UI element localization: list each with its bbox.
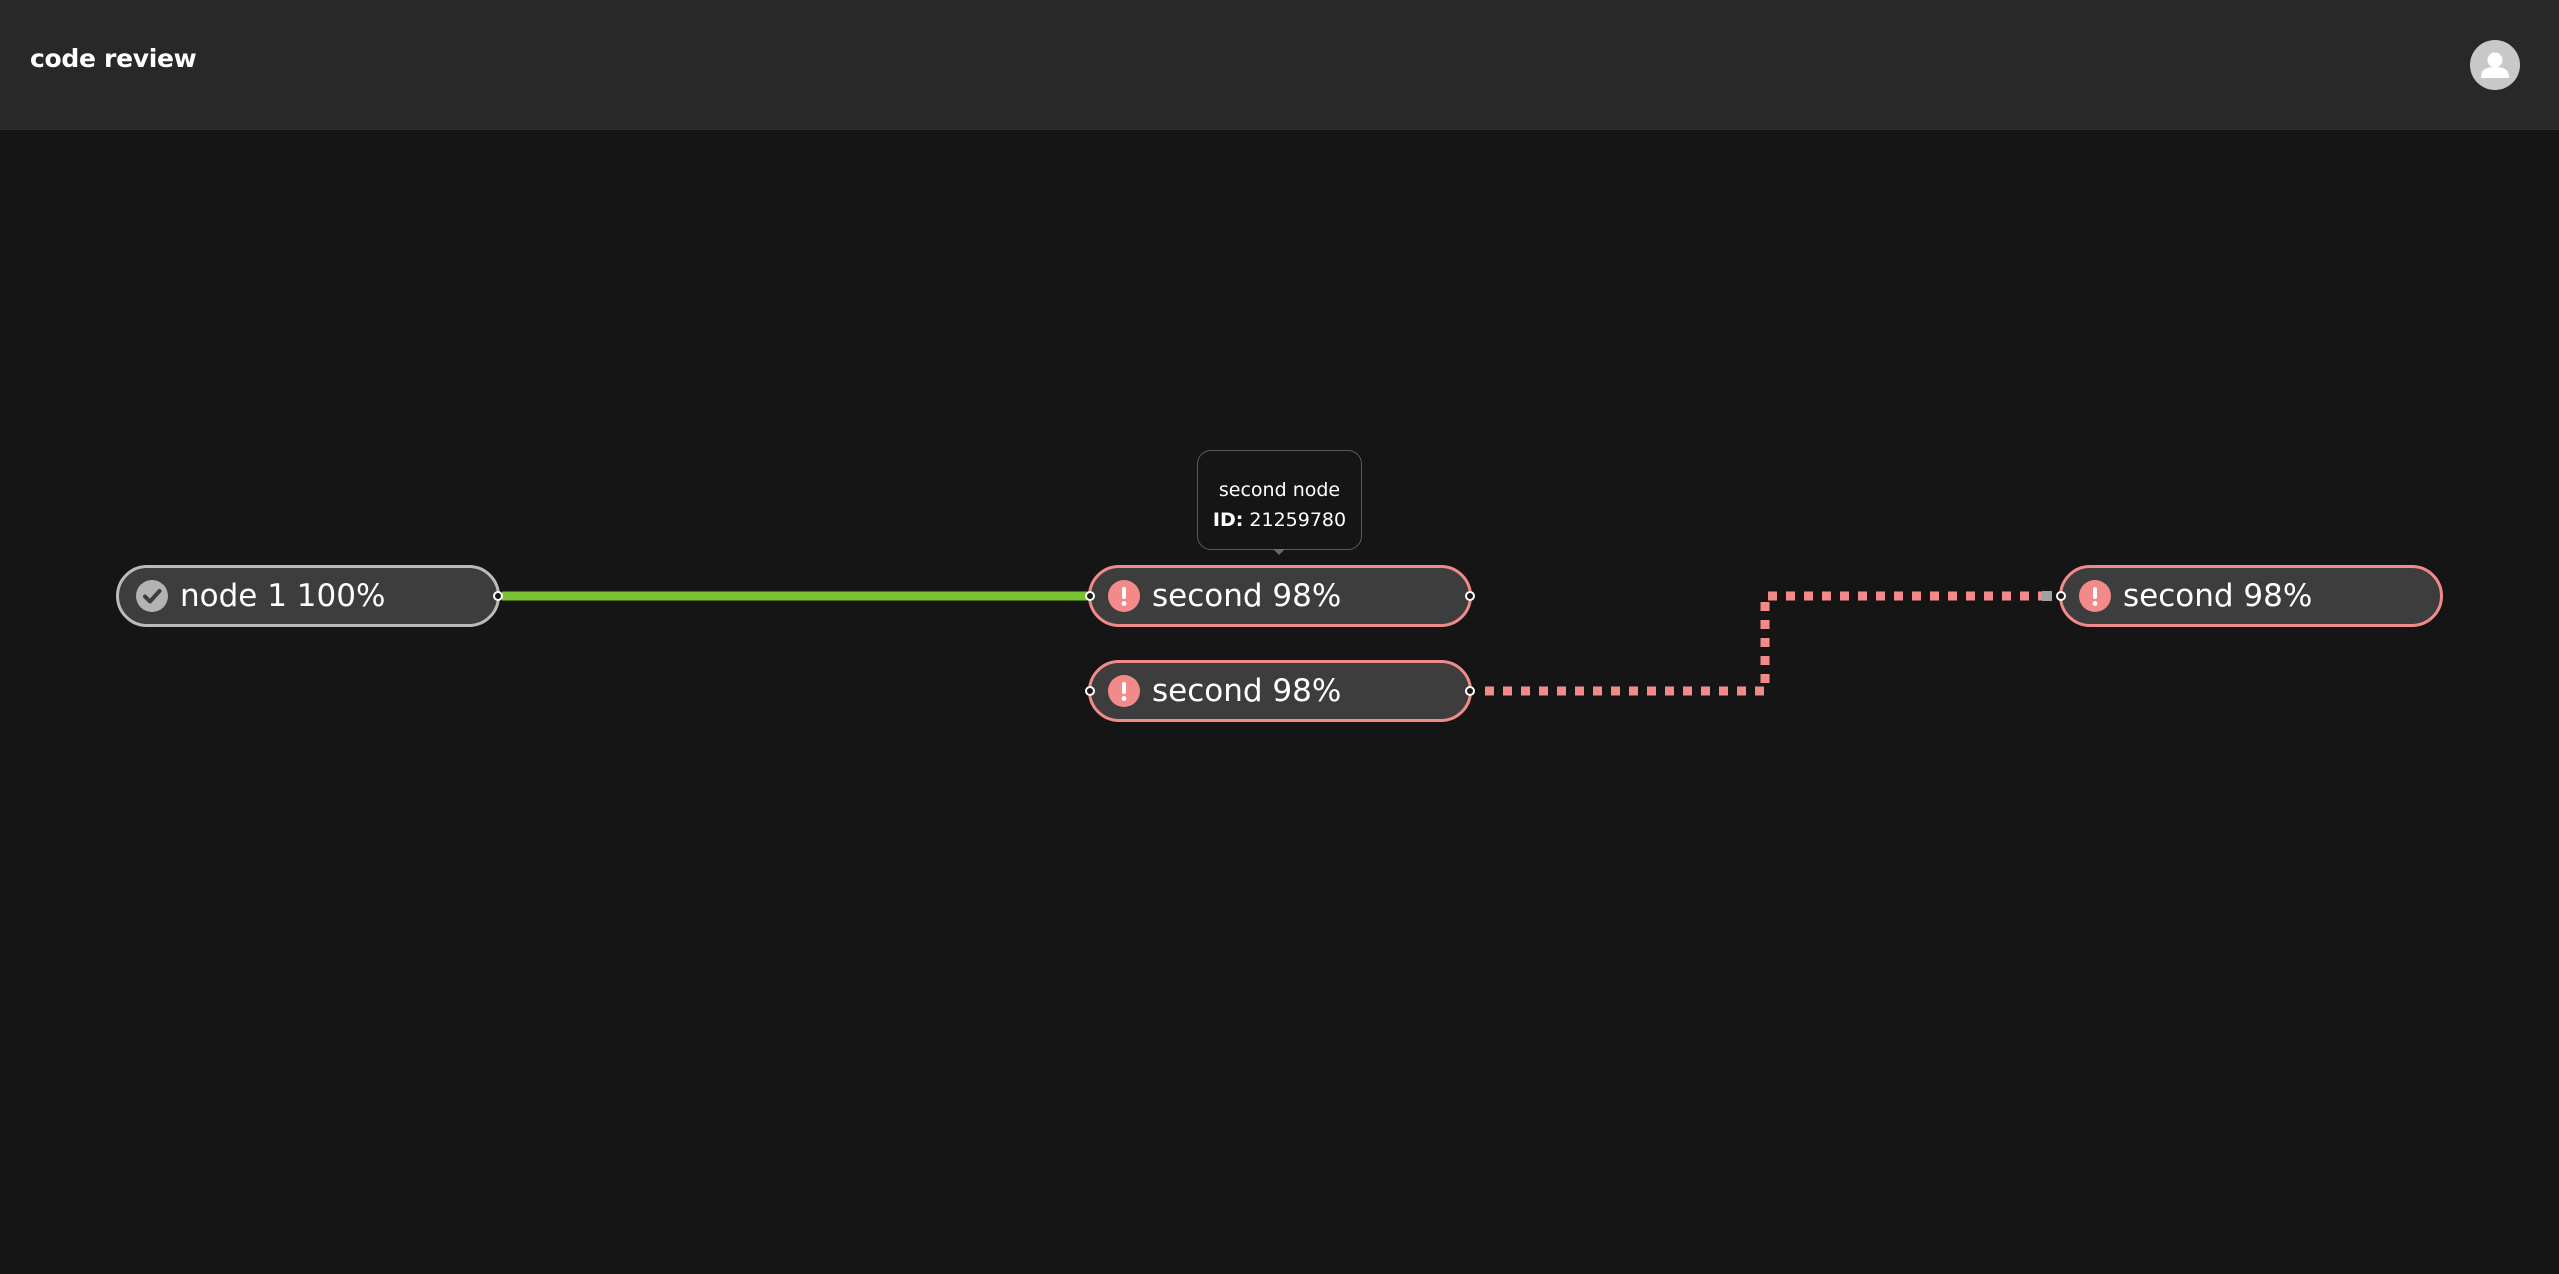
tooltip-arrow: [1273, 549, 1285, 555]
node-tooltip: second node ID: 21259780: [1197, 450, 1362, 550]
node-output-handle[interactable]: [1465, 686, 1475, 696]
exclamation-circle-icon: [2079, 580, 2111, 612]
app-title: code review: [30, 44, 197, 73]
node-input-handle[interactable]: [2056, 591, 2066, 601]
flow-node-node-1[interactable]: node 1 100%: [116, 565, 503, 627]
app-header: code review: [0, 0, 2559, 130]
exclamation-circle-icon: [1108, 580, 1140, 612]
check-circle-icon: [136, 580, 168, 612]
node-input-handle[interactable]: [1085, 591, 1095, 601]
node-output-handle[interactable]: [1465, 591, 1475, 601]
node-label: second 98%: [1152, 578, 1342, 614]
tooltip-title: second node: [1218, 479, 1341, 501]
user-avatar-button[interactable]: [2470, 40, 2520, 90]
node-input-handle[interactable]: [1085, 686, 1095, 696]
user-avatar-icon: [2481, 52, 2509, 78]
node-label: second 98%: [1152, 673, 1342, 709]
tooltip-id-value: 21259780: [1249, 509, 1347, 531]
node-label: node 1 100%: [180, 578, 386, 614]
exclamation-circle-icon: [1108, 675, 1140, 707]
flow-node-second-bottom[interactable]: second 98%: [1085, 660, 1475, 722]
tooltip-id-row: ID: 21259780: [1198, 505, 1361, 535]
flow-node-second-right[interactable]: second 98%: [2056, 565, 2443, 627]
node-label: second 98%: [2123, 578, 2313, 614]
node-output-handle[interactable]: [493, 591, 503, 601]
flow-node-second-top[interactable]: second 98%: [1085, 565, 1475, 627]
tooltip-id-label: ID:: [1212, 509, 1244, 531]
